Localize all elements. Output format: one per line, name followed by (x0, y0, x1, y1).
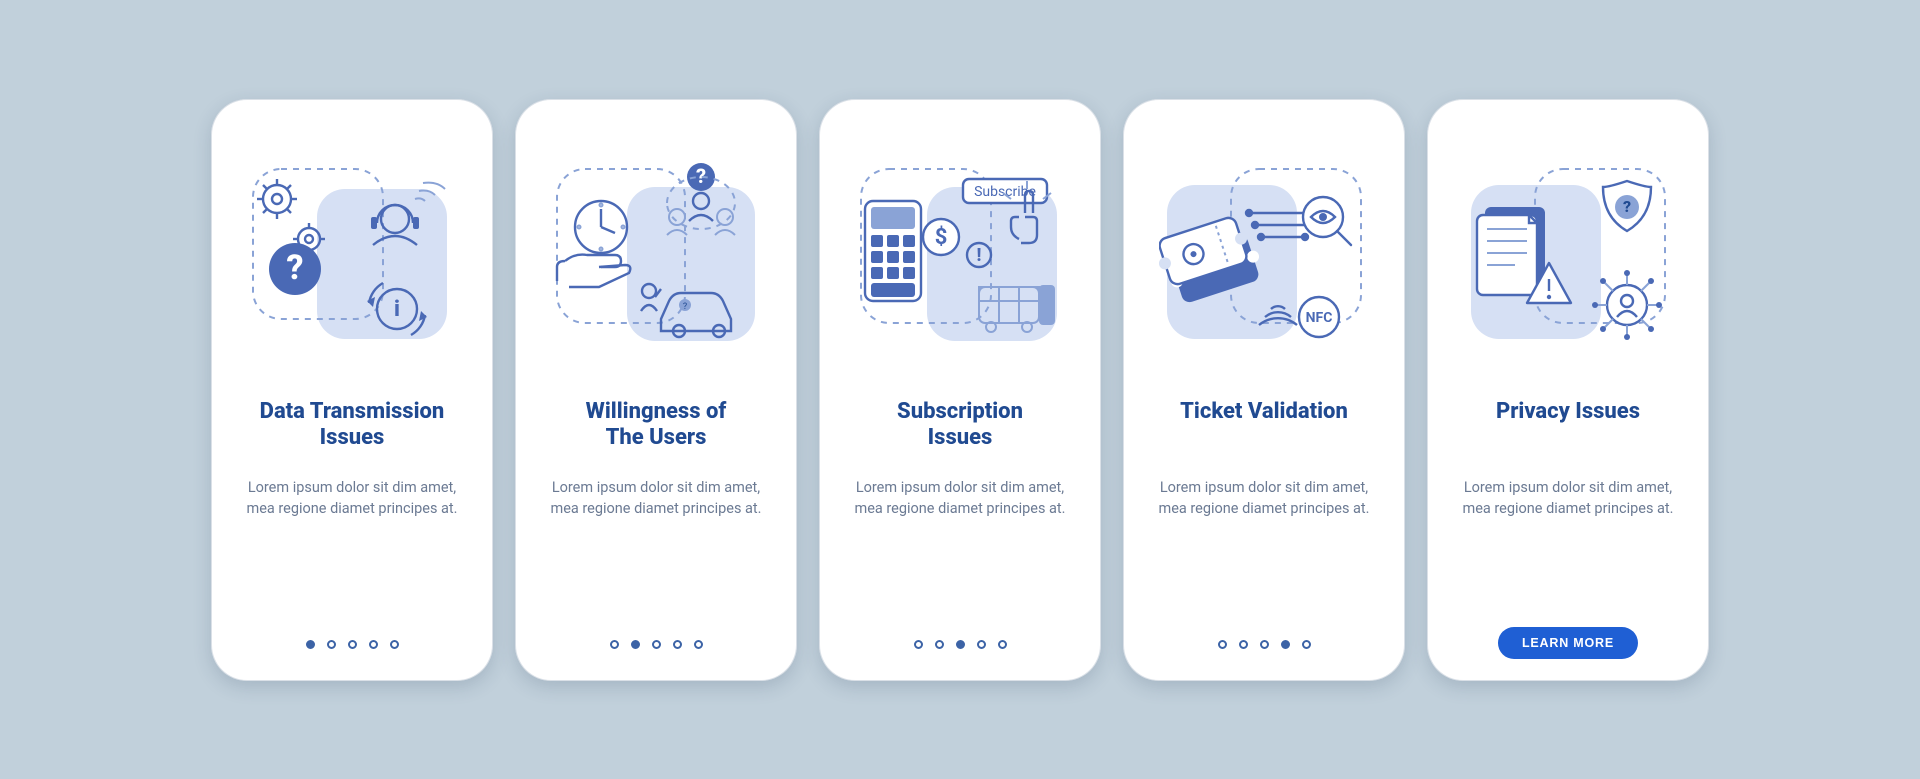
screen-body: Lorem ipsum dolor sit dim amet, mea regi… (1141, 477, 1387, 519)
dot-1[interactable] (610, 640, 619, 649)
screen-body: Lorem ipsum dolor sit dim amet, mea regi… (837, 477, 1083, 519)
dot-2[interactable] (935, 640, 944, 649)
svg-text:i: i (394, 297, 400, 322)
privacy-icon: ? (1463, 159, 1673, 359)
dot-1[interactable] (306, 640, 315, 649)
svg-text:?: ? (1623, 197, 1631, 216)
onboarding-screen-ticket-validation: NFC Ticket Validation Lorem ipsum dolor … (1123, 99, 1405, 681)
onboarding-screen-subscription: $ Subscribe ! Subscrip (819, 99, 1101, 681)
screen-title: Willingness of The Users (586, 399, 727, 453)
dot-4[interactable] (977, 640, 986, 649)
onboarding-screen-willingness: ? ? Willingness of The Users Lorem ipsum… (515, 99, 797, 681)
data-transmission-icon: ? i (247, 159, 457, 359)
dot-5[interactable] (390, 640, 399, 649)
pagination-dots (515, 640, 797, 649)
dot-3[interactable] (652, 640, 661, 649)
dot-2[interactable] (327, 640, 336, 649)
dot-3[interactable] (956, 640, 965, 649)
screen-title: Privacy Issues (1496, 399, 1640, 453)
dot-3[interactable] (348, 640, 357, 649)
screen-body: Lorem ipsum dolor sit dim amet, mea regi… (1445, 477, 1691, 519)
dot-4[interactable] (369, 640, 378, 649)
ticket-validation-icon: NFC (1159, 159, 1369, 359)
svg-text:?: ? (683, 302, 687, 312)
svg-text:?: ? (286, 248, 303, 288)
pagination-dots (1123, 640, 1405, 649)
screen-body: Lorem ipsum dolor sit dim amet, mea regi… (533, 477, 779, 519)
screen-title: Data Transmission Issues (260, 399, 445, 453)
dot-3[interactable] (1260, 640, 1269, 649)
screen-title: Subscription Issues (897, 399, 1023, 453)
dot-2[interactable] (631, 640, 640, 649)
onboarding-screen-privacy: ? Privacy Issues Lorem ipsum dolor sit d… (1427, 99, 1709, 681)
dot-5[interactable] (998, 640, 1007, 649)
dot-5[interactable] (1302, 640, 1311, 649)
pagination-dots (211, 640, 493, 649)
dot-5[interactable] (694, 640, 703, 649)
dot-1[interactable] (914, 640, 923, 649)
dot-1[interactable] (1218, 640, 1227, 649)
willingness-icon: ? ? (551, 159, 761, 359)
svg-text:?: ? (696, 164, 706, 188)
svg-text:!: ! (977, 245, 982, 266)
onboarding-screen-data-transmission: ? i Data Transmission Issues Lorem ipsu (211, 99, 493, 681)
dot-4[interactable] (1281, 640, 1290, 649)
screen-title: Ticket Validation (1180, 399, 1348, 453)
screen-body: Lorem ipsum dolor sit dim amet, mea regi… (229, 477, 475, 519)
dot-4[interactable] (673, 640, 682, 649)
nfc-label: NFC (1306, 310, 1333, 326)
svg-text:$: $ (935, 225, 948, 250)
pagination-dots (819, 640, 1101, 649)
dot-2[interactable] (1239, 640, 1248, 649)
subscription-icon: $ Subscribe ! (855, 159, 1065, 359)
learn-more-button[interactable]: LEARN MORE (1498, 627, 1638, 659)
